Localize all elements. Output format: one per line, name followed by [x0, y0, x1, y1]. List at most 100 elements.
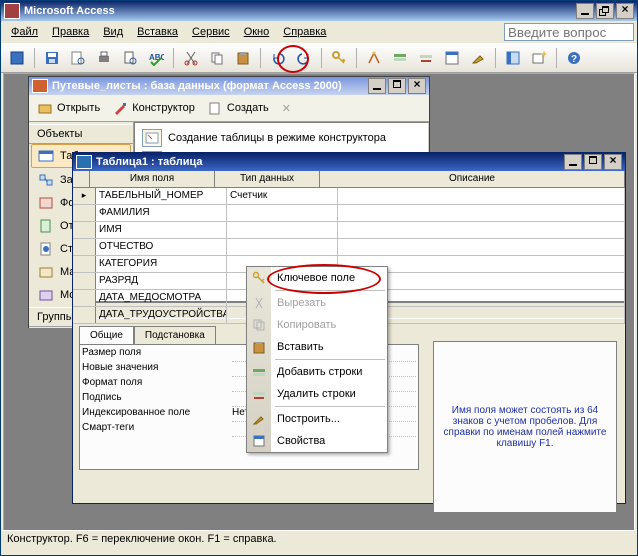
col-fieldname[interactable]: Имя поля [90, 171, 215, 187]
design-row[interactable]: ФАМИЛИЯ [73, 205, 625, 222]
table-minimize[interactable] [564, 154, 582, 170]
ask-a-question[interactable] [504, 23, 634, 41]
cell-description[interactable] [338, 205, 625, 221]
col-datatype[interactable]: Тип данных [215, 171, 320, 187]
copy-button[interactable] [205, 46, 229, 70]
filesearch-button[interactable] [66, 46, 90, 70]
db-open[interactable]: Открыть [34, 98, 104, 118]
db-new[interactable]: Создать [204, 98, 273, 118]
menu-file[interactable]: Файл [4, 24, 45, 40]
cell-datatype[interactable] [227, 239, 338, 255]
indexes-button[interactable] [362, 46, 386, 70]
ctx-properties[interactable]: Свойства [247, 430, 387, 452]
row-selector[interactable] [73, 256, 96, 272]
menu-tools[interactable]: Сервис [185, 24, 237, 40]
row-selector[interactable] [73, 222, 96, 238]
cell-fieldname[interactable]: ДАТА_ТРУДОУСТРОЙСТВА [96, 307, 227, 323]
cut-icon [251, 295, 267, 311]
table-maximize[interactable] [584, 154, 602, 170]
cell-fieldname[interactable]: ДАТА_МЕДОСМОТРА [96, 290, 227, 306]
page-icon [38, 242, 54, 256]
build-button[interactable] [466, 46, 490, 70]
ctx-copy[interactable]: Копировать [247, 314, 387, 336]
cell-datatype[interactable]: Счетчик [227, 188, 338, 204]
paste-button[interactable] [231, 46, 255, 70]
menu-help[interactable]: Справка [276, 24, 333, 40]
cell-fieldname[interactable]: РАЗРЯД [96, 273, 227, 289]
cell-fieldname[interactable]: ФАМИЛИЯ [96, 205, 227, 221]
menu-insert[interactable]: Вставка [130, 24, 185, 40]
cell-description[interactable] [338, 188, 625, 204]
db-titlebar[interactable]: Путевые_листы : база данных (формат Acce… [29, 77, 429, 95]
main-toolbar: ABC ? [1, 44, 637, 73]
menu-view[interactable]: Вид [96, 24, 130, 40]
redo-button[interactable] [292, 46, 316, 70]
insert-rows-button[interactable] [388, 46, 412, 70]
row-selector[interactable] [73, 239, 96, 255]
property-key: Смарт-теги [82, 422, 232, 437]
cut-button[interactable] [179, 46, 203, 70]
ctx-paste[interactable]: Вставить [247, 336, 387, 358]
restore-button[interactable] [596, 3, 614, 19]
table-design-window[interactable]: Таблица1 : таблица Имя поля Тип данных О… [72, 152, 626, 504]
property-key: Размер поля [82, 347, 232, 362]
database-window-button[interactable] [501, 46, 525, 70]
cell-description[interactable] [338, 222, 625, 238]
primary-key-button[interactable] [327, 46, 351, 70]
delete-rows-button[interactable] [414, 46, 438, 70]
view-button[interactable] [5, 46, 29, 70]
db-design[interactable]: Конструктор [109, 98, 199, 118]
design-row[interactable]: ТАБЕЛЬНЫЙ_НОМЕРСчетчик [73, 188, 625, 205]
design-icon [113, 101, 129, 115]
delete-rows-icon [251, 386, 267, 402]
copy-icon [251, 317, 267, 333]
db-minimize[interactable] [368, 78, 386, 94]
cell-fieldname[interactable]: ОТЧЕСТВО [96, 239, 227, 255]
save-button[interactable] [40, 46, 64, 70]
undo-button[interactable] [266, 46, 290, 70]
spell-button[interactable]: ABC [144, 46, 168, 70]
ctx-insert-rows[interactable]: Добавить строки [247, 361, 387, 383]
preview-button[interactable] [118, 46, 142, 70]
table-close[interactable] [604, 154, 622, 170]
tab-general[interactable]: Общие [79, 326, 134, 344]
design-row[interactable]: ОТЧЕСТВО [73, 239, 625, 256]
report-icon [38, 219, 54, 233]
menu-edit[interactable]: Правка [45, 24, 96, 40]
properties-button[interactable] [440, 46, 464, 70]
wizard-design[interactable]: Создание таблицы в режиме конструктора [139, 127, 424, 149]
context-menu: Ключевое поле Вырезать Копировать Встави… [246, 266, 388, 453]
build-icon [251, 411, 267, 427]
cell-description[interactable] [338, 239, 625, 255]
minimize-button[interactable] [576, 3, 594, 19]
mdi-area: Путевые_листы : база данных (формат Acce… [3, 73, 635, 533]
ctx-delete-rows[interactable]: Удалить строки [247, 383, 387, 405]
row-selector[interactable] [73, 188, 96, 204]
help-button[interactable]: ? [562, 46, 586, 70]
design-row[interactable]: ИМЯ [73, 222, 625, 239]
cell-datatype[interactable] [227, 222, 338, 238]
menu-window[interactable]: Окно [237, 24, 277, 40]
cell-fieldname[interactable]: ИМЯ [96, 222, 227, 238]
ctx-build[interactable]: Построить... [247, 408, 387, 430]
cell-fieldname[interactable]: ТАБЕЛЬНЫЙ_НОМЕР [96, 188, 227, 204]
close-button[interactable] [616, 3, 634, 19]
db-close[interactable] [408, 78, 426, 94]
new-object-button[interactable] [527, 46, 551, 70]
tab-lookup[interactable]: Подстановка [134, 326, 216, 344]
ctx-cut[interactable]: Вырезать [247, 292, 387, 314]
row-selector[interactable] [73, 273, 96, 289]
ctx-primary-key[interactable]: Ключевое поле [247, 267, 387, 289]
db-maximize[interactable] [388, 78, 406, 94]
col-description[interactable]: Описание [320, 171, 625, 187]
property-key: Формат поля [82, 377, 232, 392]
property-key: Подпись [82, 392, 232, 407]
row-selector[interactable] [73, 290, 96, 306]
cell-datatype[interactable] [227, 205, 338, 221]
table-titlebar[interactable]: Таблица1 : таблица [73, 153, 625, 171]
row-selector[interactable] [73, 307, 96, 323]
row-selector[interactable] [73, 205, 96, 221]
print-button[interactable] [92, 46, 116, 70]
property-key: Индексированное поле [82, 407, 232, 422]
cell-fieldname[interactable]: КАТЕГОРИЯ [96, 256, 227, 272]
